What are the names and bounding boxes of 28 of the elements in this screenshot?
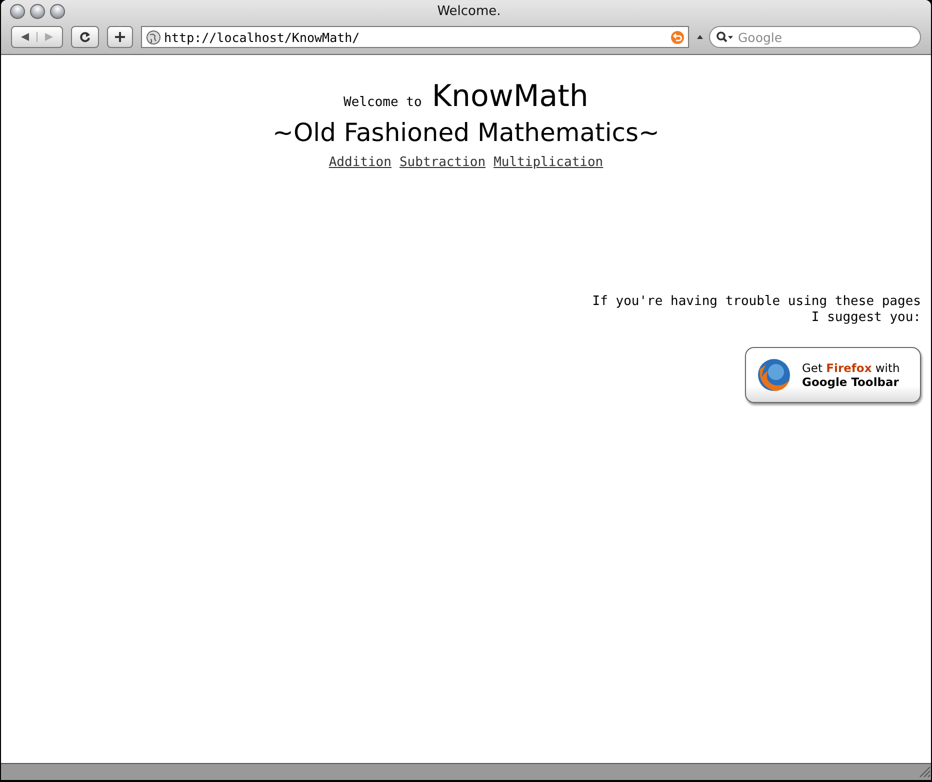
add-bookmark-button[interactable]: [107, 26, 133, 48]
window-title: Welcome.: [436, 4, 502, 18]
firefox-promo-button[interactable]: Get Firefox with Google Toolbar: [745, 347, 921, 403]
notice-text: I suggest you:: [811, 310, 921, 326]
window-control-button[interactable]: [10, 4, 25, 18]
resize-handle-icon[interactable]: [697, 34, 703, 40]
nav-link[interactable]: Subtraction: [399, 155, 486, 170]
back-forward-icon: [19, 32, 55, 42]
window-control-button[interactable]: [30, 4, 45, 18]
search-icon: [716, 31, 734, 43]
url-text: http://localhost/KnowMath/: [164, 30, 361, 44]
reload-button[interactable]: [71, 26, 99, 48]
back-forward-button[interactable]: [11, 26, 63, 48]
window-control-button[interactable]: [50, 4, 65, 18]
welcome-text: Welcome to: [344, 95, 422, 110]
nav-link[interactable]: Addition: [328, 155, 392, 170]
site-title: KnowMath: [432, 79, 588, 114]
promo-text: Google Toolbar: [802, 375, 900, 389]
search-field[interactable]: Google: [709, 26, 921, 48]
reload-icon: [79, 31, 91, 43]
address-field[interactable]: http://localhost/KnowMath/: [141, 26, 689, 48]
nav-link[interactable]: Multiplication: [494, 155, 604, 170]
promo-text: Get Firefox with: [802, 361, 900, 375]
resize-grip-icon[interactable]: [917, 764, 931, 778]
snapback-icon[interactable]: [671, 30, 684, 44]
site-subtitle: ~Old Fashioned Mathematics~: [272, 118, 660, 147]
plus-icon: [114, 31, 126, 43]
notice-text: If you're having trouble using these pages: [592, 294, 921, 310]
